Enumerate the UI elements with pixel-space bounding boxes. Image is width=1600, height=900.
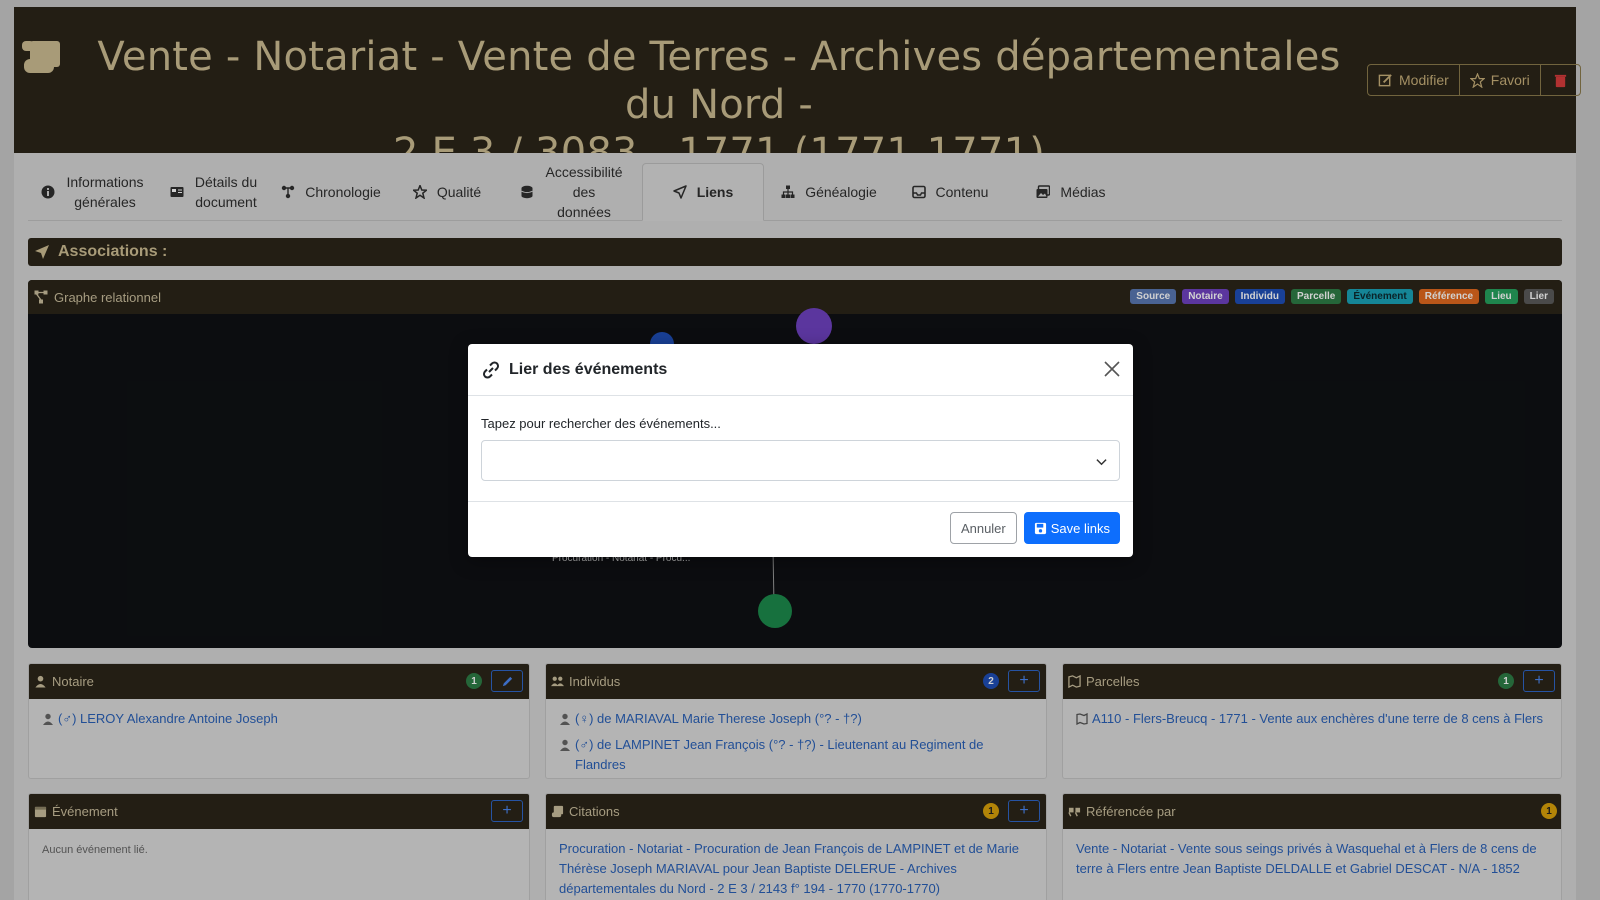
cancel-button[interactable]: Annuler bbox=[949, 512, 1017, 544]
event-search-select[interactable] bbox=[481, 440, 1120, 481]
close-icon[interactable] bbox=[1103, 360, 1121, 378]
modal-footer: Annuler Save links bbox=[949, 512, 1120, 544]
chevron-down-icon bbox=[1096, 459, 1107, 466]
modal-title: Lier des événements bbox=[509, 360, 668, 378]
save-icon bbox=[1034, 522, 1046, 534]
modal-body: Tapez pour rechercher des événements... bbox=[468, 396, 1133, 502]
link-events-modal: Lier des événements Tapez pour recherche… bbox=[468, 344, 1133, 557]
search-label: Tapez pour rechercher des événements... bbox=[481, 416, 721, 431]
save-links-button[interactable]: Save links bbox=[1023, 512, 1120, 544]
save-links-label: Save links bbox=[1050, 520, 1110, 536]
modal-header: Lier des événements bbox=[468, 344, 1133, 396]
link-icon bbox=[482, 360, 500, 379]
